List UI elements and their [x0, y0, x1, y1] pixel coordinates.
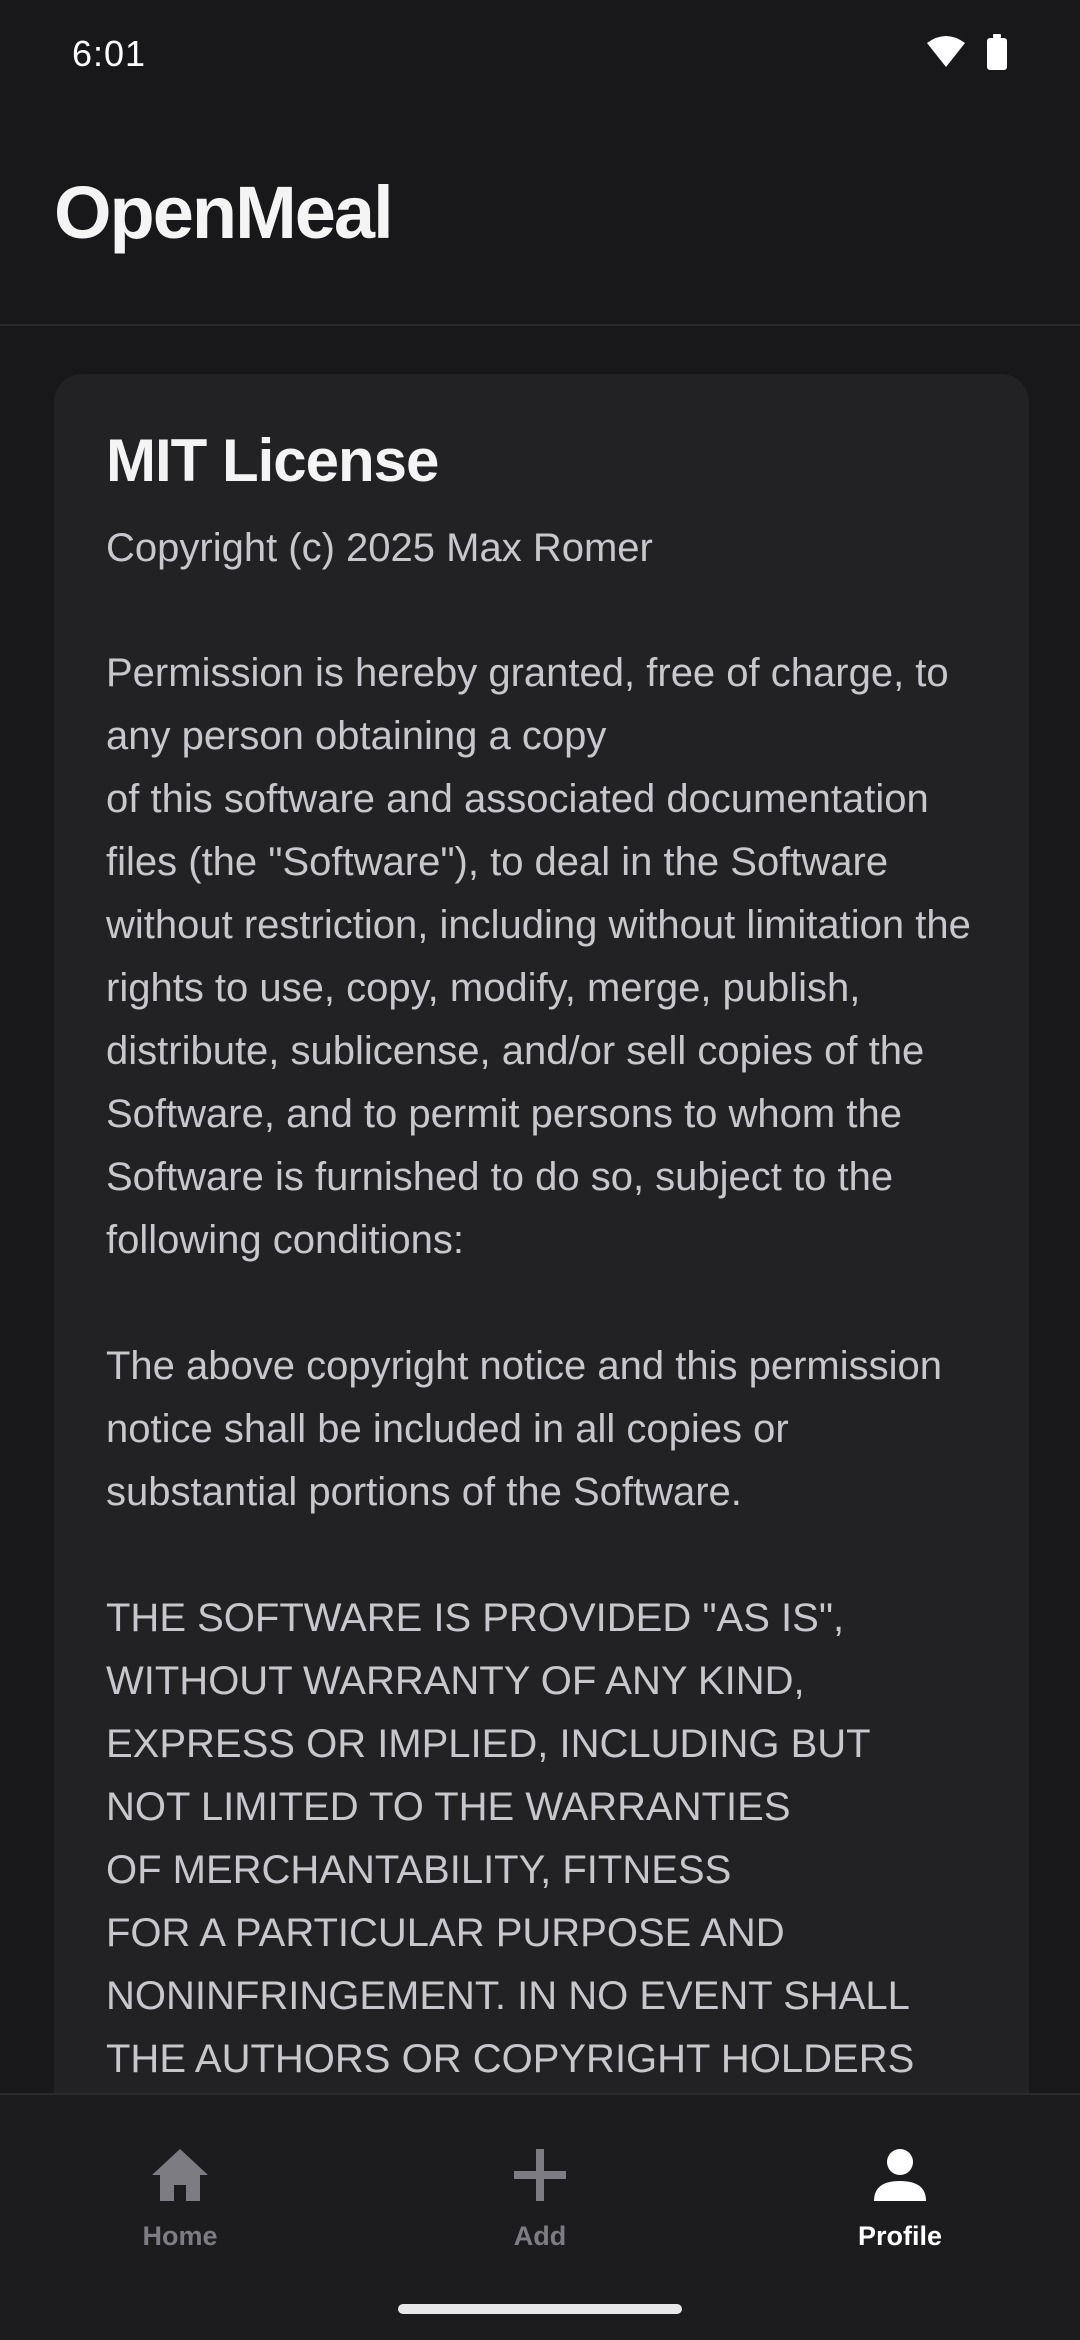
- app-title: OpenMeal: [54, 171, 394, 254]
- nav-label-profile: Profile: [857, 2221, 943, 2251]
- plus-icon: [508, 2143, 572, 2207]
- nav-label-add: Add: [513, 2221, 567, 2251]
- wifi-icon: [926, 35, 966, 74]
- license-title: MIT License: [106, 427, 439, 494]
- license-paragraph-warranty: THE SOFTWARE IS PROVIDED "AS IS", WITHOU…: [106, 1596, 915, 2081]
- person-icon: [868, 2143, 932, 2207]
- nav-item-profile[interactable]: Profile: [800, 2143, 1000, 2252]
- nav-item-add[interactable]: Add: [440, 2143, 640, 2252]
- license-card: MIT License Copyright (c) 2025 Max Romer…: [54, 374, 1029, 2093]
- license-paragraph-notice: The above copyright notice and this perm…: [106, 1344, 943, 1514]
- status-bar: 6:01: [0, 0, 1080, 108]
- home-icon: [148, 2143, 212, 2207]
- app-header: OpenMeal: [0, 108, 1080, 326]
- home-indicator[interactable]: [398, 2304, 682, 2314]
- battery-icon: [986, 33, 1008, 75]
- license-copyright: Copyright (c) 2025 Max Romer: [106, 526, 653, 570]
- bottom-nav: Home Add Profile: [0, 2093, 1080, 2340]
- nav-item-home[interactable]: Home: [80, 2143, 280, 2252]
- nav-label-home: Home: [142, 2221, 218, 2251]
- license-paragraph-permission: Permission is hereby granted, free of ch…: [106, 651, 971, 1262]
- status-icons: [926, 33, 1008, 75]
- status-time: 6:01: [72, 33, 147, 74]
- license-scroll-area[interactable]: MIT License Copyright (c) 2025 Max Romer…: [0, 328, 1080, 2093]
